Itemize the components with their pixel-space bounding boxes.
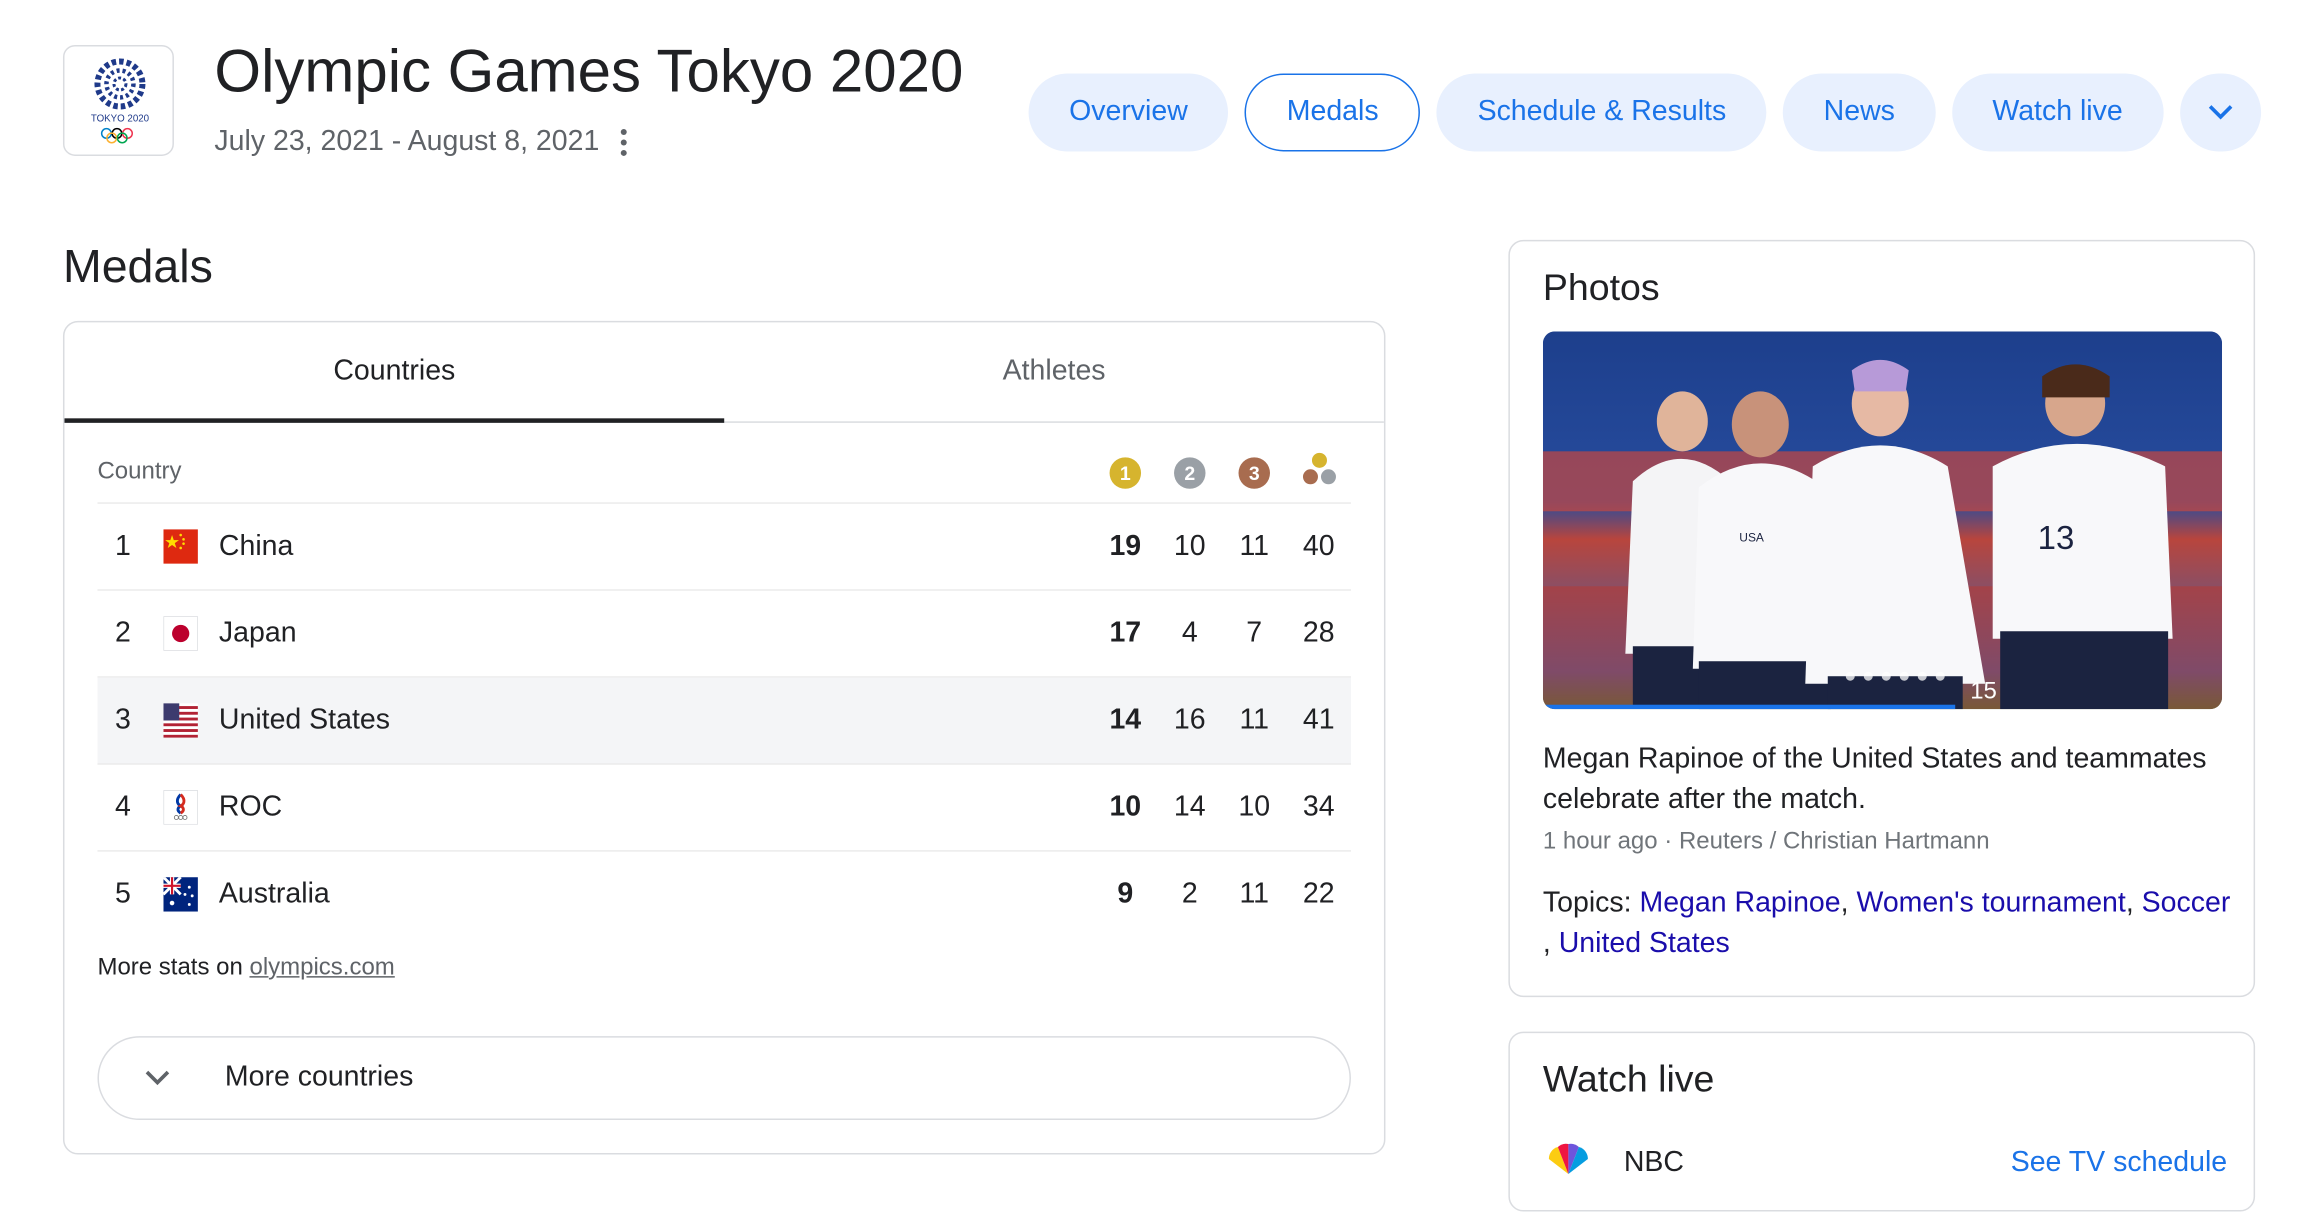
chevron-down-icon <box>145 1070 170 1086</box>
jersey-text: USA <box>1739 530 1764 544</box>
bronze-medal-icon: 3 <box>1238 456 1270 489</box>
japan-flag-icon <box>163 616 198 651</box>
bronze-count: 11 <box>1239 530 1270 562</box>
column-header-country: Country <box>97 458 182 485</box>
table-row[interactable]: 4 ROC 10 14 10 34 <box>97 765 1351 852</box>
photo-time: 1 hour ago <box>1542 829 1658 855</box>
jersey-number: 13 <box>2038 519 2075 556</box>
topic-link[interactable]: Megan Rapinoe <box>1639 888 1840 919</box>
country-name: China <box>218 530 294 562</box>
country-name: Australia <box>218 877 330 910</box>
country-name: ROC <box>218 790 283 823</box>
rank: 2 <box>115 617 131 649</box>
more-tabs-button[interactable] <box>2179 73 2261 152</box>
silver-count: 2 <box>1181 877 1198 910</box>
tab-athletes[interactable]: Athletes <box>724 322 1384 421</box>
total-count: 28 <box>1302 617 1335 649</box>
photo-caption: Megan Rapinoe of the United States and t… <box>1542 743 2207 816</box>
silver-count: 4 <box>1181 617 1198 649</box>
page-title: Olympic Games Tokyo 2020 <box>214 38 964 105</box>
olympic-rings-icon <box>100 127 133 144</box>
gold-medal-icon: 1 <box>1109 456 1142 489</box>
watch-live-heading: Watch live <box>1542 1058 1715 1101</box>
tab-countries[interactable]: Countries <box>64 322 725 423</box>
event-dates: July 23, 2021 - August 8, 2021 <box>214 125 600 158</box>
medal-view-tabs: Countries Athletes <box>64 322 1384 423</box>
total-count: 40 <box>1302 530 1335 562</box>
photo-credit: Reuters / Christian Hartmann <box>1678 829 1990 855</box>
total-count: 22 <box>1302 877 1335 910</box>
tab-watch-live[interactable]: Watch live <box>1951 73 2164 152</box>
photos-card: Photos USA 15 13 Megan Rapinoe of the Un… <box>1508 239 2256 998</box>
photo-source: 1 hour ago · Reuters / Christian Hartman… <box>1542 829 1990 855</box>
total-count: 41 <box>1302 703 1335 736</box>
topic-link[interactable]: Soccer <box>2142 888 2231 919</box>
see-tv-schedule-link[interactable]: See TV schedule <box>2011 1147 2227 1180</box>
silver-count: 10 <box>1173 530 1206 562</box>
total-count: 34 <box>1302 790 1335 823</box>
total-medals-icon <box>1302 452 1336 484</box>
topic-link[interactable]: United States <box>1559 928 1730 959</box>
channel-name: NBC <box>1623 1147 1685 1179</box>
more-options-icon[interactable] <box>609 126 639 162</box>
more-stats-prefix: More stats on <box>97 955 243 981</box>
logo-text: TOKYO 2020 <box>91 113 150 124</box>
china-flag-icon <box>163 529 198 564</box>
more-stats-text: More stats on olympics.com <box>97 955 394 982</box>
soccer-players-photo: USA 15 13 <box>1542 331 2223 710</box>
us-flag-icon <box>163 703 198 738</box>
country-name: Japan <box>218 617 297 649</box>
jersey-number: 15 <box>1970 678 1997 705</box>
tab-overview[interactable]: Overview <box>1028 73 1229 152</box>
rank: 3 <box>115 703 131 736</box>
table-header: Country 1 2 3 <box>97 442 1351 504</box>
rank: 1 <box>115 530 131 562</box>
table-row[interactable]: 2 Japan 17 4 7 28 <box>97 591 1351 678</box>
gold-count: 10 <box>1109 790 1142 823</box>
silver-medal-icon: 2 <box>1174 456 1206 489</box>
more-countries-label: More countries <box>224 1061 414 1094</box>
olympics-link[interactable]: olympics.com <box>249 955 394 980</box>
medal-table-card: Countries Athletes Country 1 2 3 1 China… <box>62 320 1386 1155</box>
australia-flag-icon <box>163 877 198 912</box>
topic-link[interactable]: Women's tournament <box>1856 888 2125 919</box>
tab-medals[interactable]: Medals <box>1244 73 1421 152</box>
topic-tabs: Overview Medals Schedule & Results News … <box>1028 73 2261 152</box>
table-row[interactable]: 5 Australia 9 2 11 22 <box>97 852 1350 937</box>
topics-label: Topics: <box>1542 887 1632 920</box>
tab-schedule-results[interactable]: Schedule & Results <box>1437 73 1767 152</box>
photo-topics: Topics: Megan Rapinoe, Women's tournamen… <box>1542 887 2231 960</box>
tokyo-emblem-icon <box>94 58 146 110</box>
gold-count: 9 <box>1117 877 1134 910</box>
section-heading-medals: Medals <box>62 239 213 293</box>
chevron-down-icon <box>2208 105 2232 120</box>
silver-count: 14 <box>1173 790 1206 823</box>
photos-heading: Photos <box>1542 266 1660 309</box>
rank: 5 <box>115 877 131 910</box>
bronze-count: 7 <box>1246 617 1263 649</box>
silver-count: 16 <box>1173 703 1206 736</box>
medal-table: Country 1 2 3 1 China 19 10 11 40 2 Japa… <box>97 442 1351 937</box>
country-name: United States <box>218 703 390 736</box>
nbc-peacock-icon <box>1548 1143 1588 1175</box>
table-row[interactable]: 3 United States 14 16 11 41 <box>97 677 1351 765</box>
watch-live-card: Watch live NBC See TV schedule <box>1508 1031 2256 1212</box>
roc-flag-icon <box>163 790 198 825</box>
bronze-count: 10 <box>1238 790 1271 823</box>
featured-photo[interactable]: USA 15 13 <box>1542 331 2223 710</box>
table-row[interactable]: 1 China 19 10 11 40 <box>97 504 1351 591</box>
gold-count: 19 <box>1109 530 1142 562</box>
bronze-count: 11 <box>1239 703 1270 736</box>
rank: 4 <box>115 790 131 823</box>
more-countries-button[interactable]: More countries <box>97 1036 1351 1121</box>
gold-count: 14 <box>1109 703 1142 736</box>
gold-count: 17 <box>1109 617 1142 649</box>
bronze-count: 11 <box>1239 877 1270 910</box>
event-logo: TOKYO 2020 <box>62 44 174 156</box>
tab-news[interactable]: News <box>1783 73 1936 152</box>
